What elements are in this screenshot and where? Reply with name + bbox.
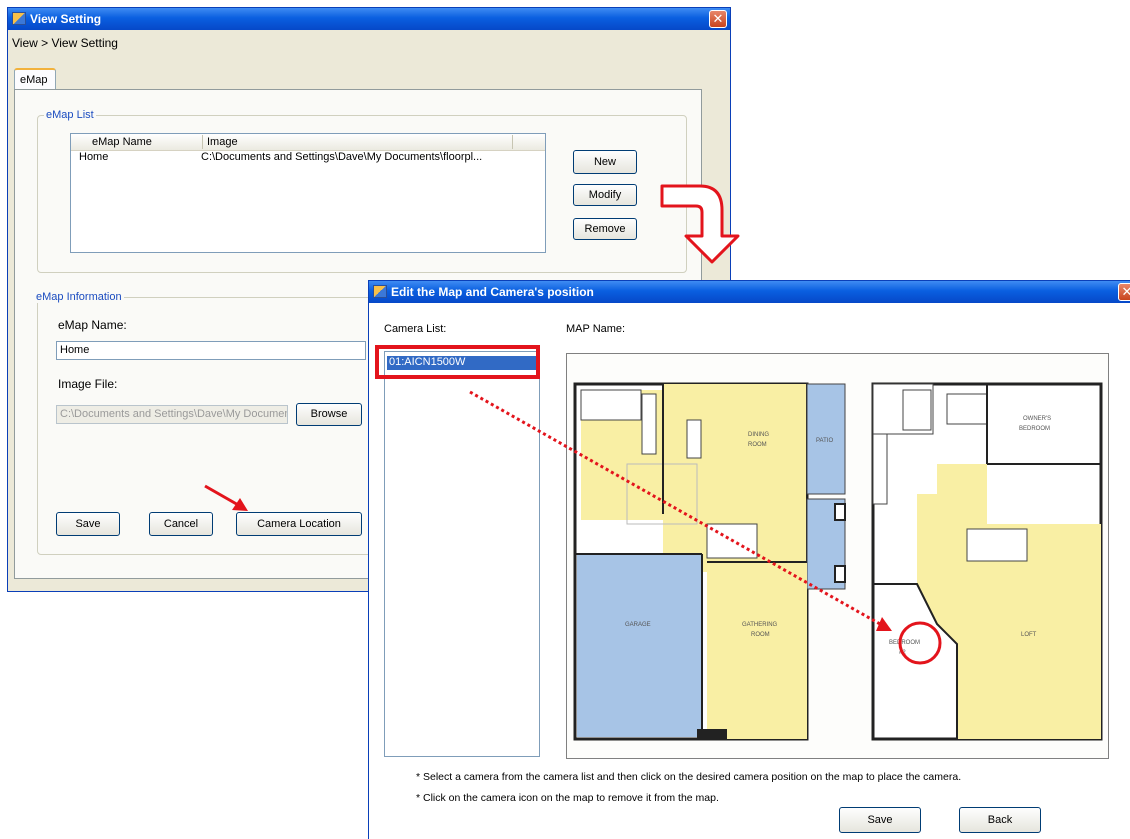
camera-location-button[interactable]: Camera Location	[236, 512, 362, 536]
gathering-room-area	[707, 562, 807, 739]
camera-list-label: Camera List:	[384, 323, 447, 335]
remove-button[interactable]: Remove	[573, 218, 637, 240]
gathering-room-label: GATHERING	[742, 622, 778, 628]
camera-location-button-label: Camera Location	[257, 518, 341, 530]
emap-name-field[interactable]: Home	[56, 341, 366, 360]
modify-button[interactable]: Modify	[573, 184, 637, 206]
browse-button[interactable]: Browse	[296, 403, 362, 426]
save-button[interactable]: Save	[56, 512, 120, 536]
window-title: View Setting	[30, 12, 102, 26]
garage-label: GARAGE	[625, 622, 651, 628]
owners-bedroom-label: OWNER'S	[1023, 416, 1051, 422]
breadcrumb: View > View Setting	[12, 36, 118, 50]
dialog-body: Camera List: MAP Name: 01:AICN1500W DINI…	[369, 303, 1130, 839]
emap-name-label: eMap Name:	[58, 318, 127, 332]
emap-list-legend: eMap List	[44, 109, 96, 121]
edit-map-dialog: Edit the Map and Camera's position ✕ Cam…	[368, 280, 1130, 839]
back-button[interactable]: Back	[959, 807, 1041, 833]
map-canvas[interactable]: DINING ROOM PATIO GARAGE GATHERING ROOM	[566, 353, 1109, 759]
hint-remove-camera: * Click on the camera icon on the map to…	[416, 792, 719, 804]
floorplan-image: DINING ROOM PATIO GARAGE GATHERING ROOM	[573, 382, 1103, 741]
cancel-button[interactable]: Cancel	[149, 512, 213, 536]
svg-text:ROOM: ROOM	[748, 442, 767, 448]
edit-map-titlebar[interactable]: Edit the Map and Camera's position ✕	[369, 281, 1130, 303]
tab-emap-label: eMap	[20, 74, 48, 86]
list-item[interactable]: 01:AICN1500W	[387, 356, 537, 370]
dialog-title: Edit the Map and Camera's position	[391, 285, 594, 299]
close-icon[interactable]: ✕	[709, 10, 727, 28]
garage-area	[577, 554, 702, 737]
camera-list[interactable]: 01:AICN1500W	[384, 351, 540, 757]
cancel-button-label: Cancel	[163, 518, 199, 530]
row-image-path: C:\Documents and Settings\Dave\My Docume…	[201, 151, 483, 163]
dialog-save-button[interactable]: Save	[839, 807, 921, 833]
close-icon[interactable]: ✕	[1118, 283, 1130, 301]
browse-button-label: Browse	[310, 408, 348, 420]
app-window-icon	[373, 285, 387, 298]
emap-listview[interactable]: eMap Name Image Home C:\Documents and Se…	[70, 133, 546, 253]
new-button[interactable]: New	[573, 150, 637, 174]
hint-select-camera: * Select a camera from the camera list a…	[416, 771, 962, 783]
svg-text:ROOM: ROOM	[751, 632, 770, 638]
view-setting-titlebar[interactable]: View Setting ✕	[8, 8, 730, 30]
dialog-save-label: Save	[867, 814, 893, 826]
emap-info-legend: eMap Information	[34, 291, 124, 303]
bedroom2-label: BEDROOM	[889, 640, 920, 646]
column-header-image[interactable]: Image	[207, 136, 238, 148]
modify-button-label: Modify	[588, 189, 622, 201]
new-button-label: New	[593, 156, 616, 168]
column-header-emap-name[interactable]: eMap Name	[92, 136, 152, 148]
emap-list-group: eMap List eMap Name Image Home C:\Docume…	[37, 109, 687, 273]
app-window-icon	[12, 12, 26, 25]
row-emap-name: Home	[79, 151, 109, 163]
save-button-label: Save	[75, 518, 101, 530]
map-name-label: MAP Name:	[566, 323, 626, 335]
tab-emap[interactable]: eMap	[14, 68, 56, 90]
svg-text:#2: #2	[899, 650, 906, 656]
dining-room-label: DINING	[748, 432, 769, 438]
loft-label: LOFT	[1021, 632, 1037, 638]
table-row[interactable]: Home C:\Documents and Settings\Dave\My D…	[71, 151, 545, 165]
camera-item-label: 01:AICN1500W	[389, 356, 466, 368]
image-file-label: Image File:	[58, 377, 118, 391]
listview-header: eMap Name Image	[71, 134, 545, 151]
svg-text:BEDROOM: BEDROOM	[1019, 426, 1050, 432]
remove-button-label: Remove	[584, 223, 626, 235]
back-button-label: Back	[987, 814, 1013, 826]
patio-label: PATIO	[816, 438, 833, 444]
image-file-field[interactable]: C:\Documents and Settings\Dave\My Docume…	[56, 405, 288, 424]
